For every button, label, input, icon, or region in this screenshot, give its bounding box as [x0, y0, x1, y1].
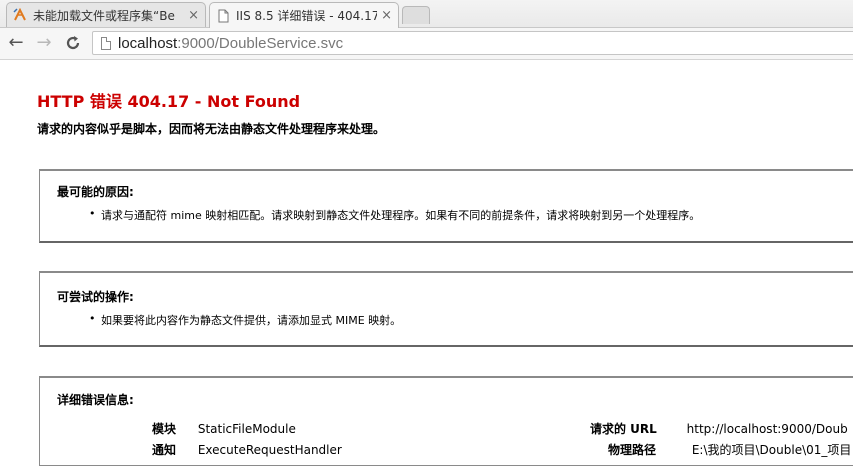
tab-title: IIS 8.5 详细错误 - 404.17	[236, 9, 378, 23]
detail-value: ExecuteRequestHandler	[197, 443, 342, 457]
page-icon	[101, 36, 111, 50]
tab-title: 未能加载文件或程序集“Be	[33, 8, 175, 23]
page-content: HTTP 错误 404.17 - Not Found 请求的内容似乎是脚本，因而…	[0, 60, 853, 466]
back-arrow-icon[interactable]: ←	[6, 33, 26, 53]
detail-key: 请求的 URL	[590, 422, 657, 436]
tab-assembly-error[interactable]: 未能加载文件或程序集“Be ×	[6, 2, 206, 27]
reload-icon[interactable]	[63, 33, 83, 53]
close-icon[interactable]: ×	[188, 8, 199, 23]
detail-row: 模块 StaticFileModule	[152, 420, 296, 437]
browser-toolbar: ← → localhost:9000/DoubleService.svc	[0, 28, 853, 60]
details-panel: 详细错误信息: 模块 StaticFileModule 通知 ExecuteRe…	[39, 376, 853, 466]
ie-broken-icon	[13, 7, 27, 22]
causes-list: 请求与通配符 mime 映射相匹配。请求映射到静态文件处理程序。如果有不同的前提…	[89, 207, 700, 223]
actions-heading: 可尝试的操作:	[57, 290, 134, 304]
actions-list: 如果要将此内容作为静态文件提供，请添加显式 MIME 映射。	[89, 312, 401, 328]
detail-value: http://localhost:9000/Doub	[686, 422, 848, 436]
list-item: 如果要将此内容作为静态文件提供，请添加显式 MIME 映射。	[89, 312, 401, 328]
detail-key: 通知	[152, 443, 177, 457]
detail-row: 物理路径 E:\我的项目\Double\01_项目	[608, 441, 851, 458]
forward-arrow-icon[interactable]: →	[34, 33, 54, 53]
list-item: 请求与通配符 mime 映射相匹配。请求映射到静态文件处理程序。如果有不同的前提…	[89, 207, 700, 223]
error-title: HTTP 错误 404.17 - Not Found	[37, 92, 301, 111]
close-icon[interactable]: ×	[381, 8, 392, 23]
tab-iis-error[interactable]: IIS 8.5 详细错误 - 404.17 ×	[209, 2, 399, 28]
actions-panel: 可尝试的操作: 如果要将此内容作为静态文件提供，请添加显式 MIME 映射。	[39, 271, 853, 347]
detail-value: StaticFileModule	[197, 422, 296, 436]
url-text[interactable]: localhost:9000/DoubleService.svc	[118, 35, 343, 52]
detail-row: 通知 ExecuteRequestHandler	[152, 441, 342, 458]
error-subtitle: 请求的内容似乎是脚本，因而将无法由静态文件处理程序来处理。	[37, 122, 386, 136]
tab-strip: 未能加载文件或程序集“Be × IIS 8.5 详细错误 - 404.17 ×	[0, 0, 853, 28]
details-heading: 详细错误信息:	[57, 393, 134, 407]
detail-row: 请求的 URL http://localhost:9000/Doub	[590, 420, 848, 437]
detail-value: E:\我的项目\Double\01_项目	[691, 443, 852, 457]
new-tab-button[interactable]	[402, 6, 430, 24]
causes-panel: 最可能的原因: 请求与通配符 mime 映射相匹配。请求映射到静态文件处理程序。…	[39, 169, 853, 243]
detail-key: 模块	[152, 422, 177, 436]
causes-heading: 最可能的原因:	[57, 185, 134, 199]
address-bar[interactable]: localhost:9000/DoubleService.svc	[92, 31, 853, 55]
detail-key: 物理路径	[608, 443, 657, 457]
page-icon	[216, 9, 230, 23]
